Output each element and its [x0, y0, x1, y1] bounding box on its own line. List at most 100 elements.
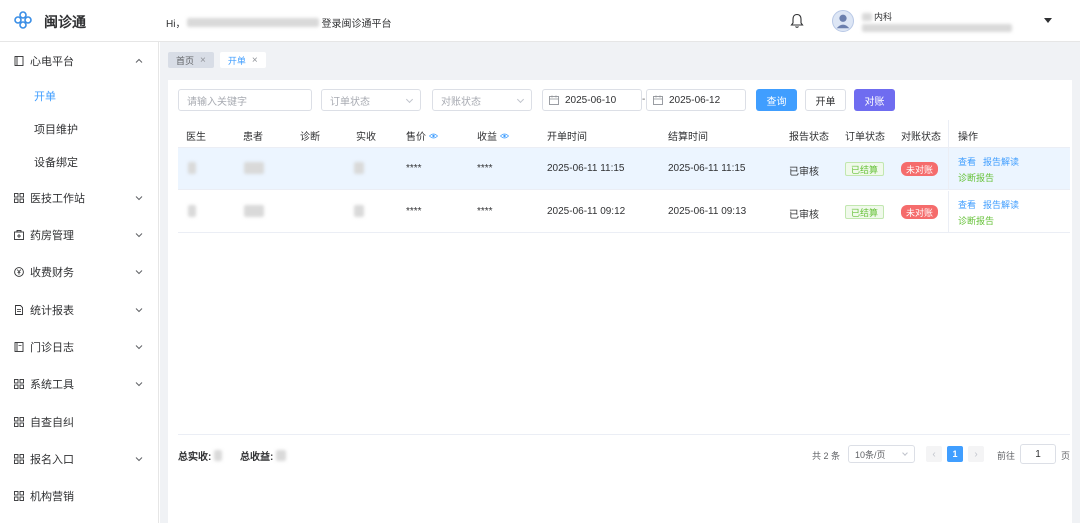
doctor-icon — [836, 14, 850, 29]
col-recon-status: 对账状态 — [901, 132, 941, 143]
caret-down-icon[interactable] — [1044, 18, 1052, 23]
sidebar-subitem-device-binding[interactable]: 设备绑定 — [0, 151, 158, 173]
sidebar-item-label: 报名入口 — [30, 454, 74, 466]
sidebar-item-marketing[interactable]: 机构营销 — [0, 484, 158, 508]
profit-cell: **** — [477, 163, 493, 174]
order-status-select[interactable]: 订单状态 — [321, 89, 421, 111]
sidebar-subitem-label: 设备绑定 — [34, 157, 78, 169]
greeting-suffix: 登录闽诊通平台 — [321, 19, 392, 30]
prev-page-button[interactable]: ‹ — [926, 446, 942, 462]
chevron-down-icon — [135, 457, 143, 462]
view-link[interactable]: 查看 — [958, 198, 976, 211]
profit-cell: **** — [477, 206, 493, 217]
diagnosis-report-link[interactable]: 诊断报告 — [958, 171, 994, 184]
redacted-patient — [244, 205, 264, 217]
top-header: 闽诊通 Hi， 登录闽诊通平台 内科 — [0, 0, 1080, 42]
report-interpret-link[interactable]: 报告解读 — [983, 198, 1019, 211]
page-number-button[interactable]: 1 — [947, 446, 963, 462]
keyword-input[interactable]: 请输入关键字 — [178, 89, 312, 111]
close-icon[interactable]: × — [200, 55, 206, 66]
redacted-total-received — [214, 450, 223, 461]
sidebar-item-pharmacy[interactable]: 药房管理 — [0, 223, 158, 247]
order-status-placeholder: 订单状态 — [330, 96, 370, 108]
sidebar-item-label: 自查自纠 — [30, 417, 74, 429]
next-page-button[interactable]: › — [968, 446, 984, 462]
order-status-badge: 已结算 — [845, 162, 885, 176]
eye-icon[interactable] — [429, 133, 438, 139]
recon-status-select[interactable]: 对账状态 — [432, 89, 532, 111]
sidebar-item-label: 门诊日志 — [30, 342, 74, 354]
open-time-cell: 2025-06-11 11:15 — [547, 163, 625, 174]
sidebar-item-billing-finance[interactable]: 收费财务 — [0, 260, 158, 284]
grid-icon — [14, 454, 24, 464]
footer-divider — [178, 434, 1070, 435]
redacted-username — [187, 18, 320, 27]
reconcile-button[interactable]: 对账 — [854, 89, 895, 111]
table-header: 医生 患者 诊断 实收 售价 收益 开单时间 结算时间 报告状态 订单状态 对账… — [178, 120, 1070, 148]
sidebar-item-label: 医技工作站 — [30, 193, 85, 205]
start-date-input[interactable]: 2025-06-10 — [542, 89, 642, 111]
col-open-time: 开单时间 — [547, 132, 587, 143]
tab-create-order[interactable]: 开单 × — [219, 52, 266, 68]
sidebar-item-registration[interactable]: 报名入口 — [0, 447, 158, 471]
main-area: 首页 × 开单 × 请输入关键字 订单状态 对账状态 2025-06-10 - … — [160, 42, 1080, 523]
view-link[interactable]: 查看 — [958, 155, 976, 168]
col-price: 售价 — [406, 128, 438, 143]
page-size-select[interactable]: 10条/页 — [848, 445, 915, 463]
sidebar-item-label: 统计报表 — [30, 305, 74, 317]
sidebar-item-self-check[interactable]: 自查自纠 — [0, 410, 158, 434]
close-icon[interactable]: × — [252, 55, 258, 66]
sidebar-subitem-create-order[interactable]: 开单 — [0, 85, 158, 107]
chevron-down-icon — [135, 382, 143, 387]
create-order-button[interactable]: 开单 — [805, 89, 846, 111]
keyword-placeholder: 请输入关键字 — [187, 96, 247, 108]
start-date-value: 2025-06-10 — [565, 94, 617, 106]
document-icon — [15, 305, 23, 315]
avatar[interactable] — [832, 10, 854, 32]
sidebar-subitem-label: 开单 — [34, 91, 56, 103]
chevron-down-icon — [135, 308, 143, 313]
report-interpret-link[interactable]: 报告解读 — [983, 155, 1019, 168]
sidebar-item-system-tools[interactable]: 系统工具 — [0, 372, 158, 396]
query-button[interactable]: 查询 — [756, 89, 797, 111]
sidebar-subitem-item-maintenance[interactable]: 项目维护 — [0, 118, 158, 140]
col-report-status: 报告状态 — [789, 132, 829, 143]
pharmacy-icon — [14, 230, 24, 240]
chevron-down-icon — [135, 196, 143, 201]
goto-page-input[interactable]: 1 — [1020, 444, 1056, 464]
sidebar-item-statistics[interactable]: 统计报表 — [0, 298, 158, 322]
bell-icon[interactable] — [790, 13, 804, 29]
redacted-total-profit — [276, 450, 287, 461]
redacted-patient — [244, 162, 264, 174]
end-date-value: 2025-06-12 — [669, 94, 721, 106]
book-icon — [14, 56, 24, 66]
total-profit-label: 总收益: — [240, 452, 274, 463]
recon-status-badge: 未对账 — [901, 205, 939, 219]
total-received: 总实收: — [178, 448, 223, 463]
sidebar: 心电平台 开单 项目维护 设备绑定 医技工作站 药房管理 收费财务 统计报表 门… — [0, 42, 159, 523]
price-cell: **** — [406, 206, 422, 217]
yen-icon — [14, 267, 24, 277]
sidebar-subitem-label: 项目维护 — [34, 124, 78, 136]
grid-icon — [14, 417, 24, 427]
sidebar-item-clinic-log[interactable]: 门诊日志 — [0, 335, 158, 359]
sidebar-item-ecg-platform[interactable]: 心电平台 — [0, 49, 158, 73]
col-order-status: 订单状态 — [845, 132, 885, 143]
goto-prefix: 前往 — [997, 451, 1016, 461]
end-date-input[interactable]: 2025-06-12 — [646, 89, 746, 111]
goto-suffix: 页 — [1061, 451, 1071, 461]
tab-home[interactable]: 首页 × — [168, 52, 214, 68]
eye-icon[interactable] — [500, 133, 509, 139]
user-dept[interactable]: 内科 — [862, 10, 892, 23]
diagnosis-report-link[interactable]: 诊断报告 — [958, 214, 994, 227]
tab-label: 开单 — [227, 55, 246, 66]
redacted-hospital — [862, 12, 872, 21]
notebook-icon — [14, 342, 24, 352]
recon-status-badge: 未对账 — [901, 162, 939, 176]
sidebar-item-label: 收费财务 — [30, 267, 74, 279]
brand-name: 闽诊通 — [44, 14, 86, 30]
chevron-down-icon — [405, 95, 414, 104]
sidebar-item-medtech-station[interactable]: 医技工作站 — [0, 186, 158, 210]
calendar-icon — [549, 95, 559, 105]
sidebar-item-label: 心电平台 — [30, 56, 74, 68]
